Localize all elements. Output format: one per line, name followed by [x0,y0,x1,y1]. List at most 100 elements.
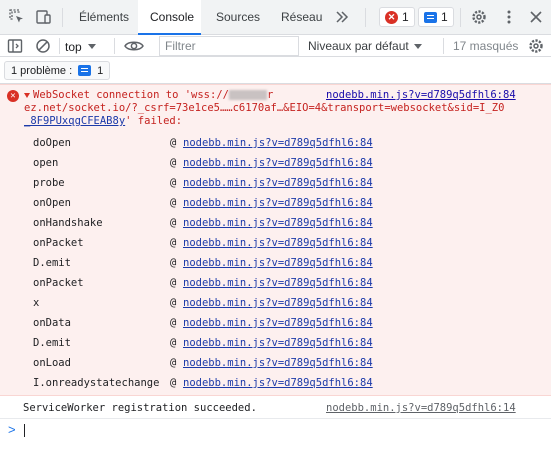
context-selector[interactable]: top [65,38,96,55]
console-settings-icon[interactable] [527,37,545,55]
stack-frame: open @ nodebb.min.js?v=d789q5dfhl6:84 [0,153,551,173]
errors-count: 1 [402,10,409,24]
stack-frame: onPacket @ nodebb.min.js?v=d789q5dfhl6:84 [0,273,551,293]
stack-function-name: onPacket [33,277,84,289]
stack-function-name: doOpen [33,137,71,149]
stack-frame: doOpen @ nodebb.min.js?v=d789q5dfhl6:84 [0,133,551,153]
stack-at-symbol: @ [170,377,177,389]
stack-frame: D.emit @ nodebb.min.js?v=d789q5dfhl6:84 [0,333,551,353]
error-source-link[interactable]: nodebb.min.js?v=d789q5dfhl6:84 [326,89,516,102]
hidden-messages-count: 17 masqués [453,39,519,53]
stack-function-name: open [33,157,59,169]
stack-function-name: D.emit [33,257,71,269]
double-chevron-right-icon[interactable] [333,8,351,26]
stack-file-link[interactable]: nodebb.min.js?v=d789q5dfhl6:84 [183,333,373,353]
tab-elements[interactable]: Éléments [71,0,137,35]
stack-function-name: onHandshake [33,217,103,229]
redacted-host [228,90,267,100]
message-icon [78,65,92,76]
messages-badge[interactable]: 1 [418,7,454,27]
log-source-link[interactable]: nodebb.min.js?v=d789q5dfhl6:14 [326,402,516,414]
stack-file-link[interactable]: nodebb.min.js?v=d789q5dfhl6:84 [183,233,373,253]
stack-frame: onOpen @ nodebb.min.js?v=d789q5dfhl6:84 [0,193,551,213]
eye-icon[interactable] [123,37,145,55]
more-vertical-icon[interactable] [500,8,518,26]
stack-file-link[interactable]: nodebb.min.js?v=d789q5dfhl6:84 [183,373,373,393]
stack-at-symbol: @ [170,197,177,209]
stack-function-name: probe [33,177,65,189]
stack-file-link[interactable]: nodebb.min.js?v=d789q5dfhl6:84 [183,353,373,373]
stack-at-symbol: @ [170,157,177,169]
console-prompt[interactable]: > [0,420,551,440]
stack-file-link[interactable]: nodebb.min.js?v=d789q5dfhl6:84 [183,133,373,153]
errors-badge[interactable]: ✕ 1 [379,7,415,27]
stack-file-link[interactable]: nodebb.min.js?v=d789q5dfhl6:84 [183,193,373,213]
stack-file-link[interactable]: nodebb.min.js?v=d789q5dfhl6:84 [183,173,373,193]
context-label: top [65,39,82,54]
tab-console[interactable]: Console [138,0,201,35]
stack-function-name: onOpen [33,197,71,209]
caret-down-icon [413,43,422,49]
stack-frame: D.emit @ nodebb.min.js?v=d789q5dfhl6:84 [0,253,551,273]
stack-file-link[interactable]: nodebb.min.js?v=d789q5dfhl6:84 [183,153,373,173]
log-levels-label: Niveaux par défaut [308,39,409,53]
stack-file-link[interactable]: nodebb.min.js?v=d789q5dfhl6:84 [183,293,373,313]
stack-function-name: onPacket [33,237,84,249]
stack-frame: onLoad @ nodebb.min.js?v=d789q5dfhl6:84 [0,353,551,373]
stack-frame: onData @ nodebb.min.js?v=d789q5dfhl6:84 [0,313,551,333]
error-text-line-2: ez.net/socket.io/?_csrf=73e1ce5……c6170af… [24,102,505,114]
inspect-element-icon[interactable] [8,8,26,26]
stack-frame: x @ nodebb.min.js?v=d789q5dfhl6:84 [0,293,551,313]
error-text-line-1: WebSocket connection to 'wss://r [33,89,274,101]
stack-frame: onPacket @ nodebb.min.js?v=d789q5dfhl6:84 [0,233,551,253]
stack-frame: I.onreadystatechange @ nodebb.min.js?v=d78… [0,373,551,393]
log-levels-dropdown[interactable]: Niveaux par défaut [308,37,422,55]
stack-file-link[interactable]: nodebb.min.js?v=d789q5dfhl6:84 [183,313,373,333]
close-icon[interactable] [527,8,545,26]
tab-sources[interactable]: Sources [208,0,268,35]
stack-at-symbol: @ [170,177,177,189]
message-icon [424,11,437,23]
console-toolbar: top Niveaux par défaut 17 masqués [0,35,551,57]
log-message-text: ServiceWorker registration succeeded. [23,402,257,414]
device-toolbar-icon[interactable] [34,8,52,26]
sidebar-toggle-icon[interactable] [6,37,24,55]
error-sid-link[interactable]: _8F9PUxqgCFEAB8y [24,115,125,127]
stack-at-symbol: @ [170,277,177,289]
issues-bar: 1 problème : 1 [0,58,551,84]
stack-function-name: I.onreadystatechange [33,377,160,389]
issues-button[interactable]: 1 problème : 1 [4,61,111,80]
stack-function-name: onLoad [33,357,71,369]
stack-at-symbol: @ [170,257,177,269]
tab-network[interactable]: Réseau [273,0,327,35]
settings-gear-icon[interactable] [470,8,488,26]
expand-triangle-icon[interactable] [24,93,30,98]
stack-function-name: x [33,297,40,309]
stack-frame: onHandshake @ nodebb.min.js?v=d789q5dfhl6:… [0,213,551,233]
devtools-tabbar: Éléments Console Sources Réseau ✕ 1 1 [0,0,551,35]
caret-down-icon [87,44,96,49]
issues-label: 1 problème : [11,64,73,77]
issues-count: 1 [97,64,104,77]
stack-file-link[interactable]: nodebb.min.js?v=d789q5dfhl6:84 [183,213,373,233]
stack-frame: probe @ nodebb.min.js?v=d789q5dfhl6:84 [0,173,551,193]
stack-function-name: D.emit [33,337,71,349]
stack-file-link[interactable]: nodebb.min.js?v=d789q5dfhl6:84 [183,253,373,273]
stack-at-symbol: @ [170,237,177,249]
stack-file-link[interactable]: nodebb.min.js?v=d789q5dfhl6:84 [183,273,373,293]
error-text-line-3: _8F9PUxqgCFEAB8y' failed: [24,115,183,127]
stack-at-symbol: @ [170,357,177,369]
stack-at-symbol: @ [170,317,177,329]
prompt-chevron-icon: > [8,422,16,437]
log-message: ServiceWorker registration succeeded. no… [0,397,551,419]
stack-at-symbol: @ [170,337,177,349]
text-cursor [24,424,25,437]
stack-at-symbol: @ [170,297,177,309]
error-x-icon: ✕ [7,90,19,102]
stack-at-symbol: @ [170,137,177,149]
stack-at-symbol: @ [170,217,177,229]
filter-input[interactable] [159,36,299,56]
stack-function-name: onData [33,317,71,329]
clear-console-icon[interactable] [34,37,52,55]
divider [62,8,63,27]
